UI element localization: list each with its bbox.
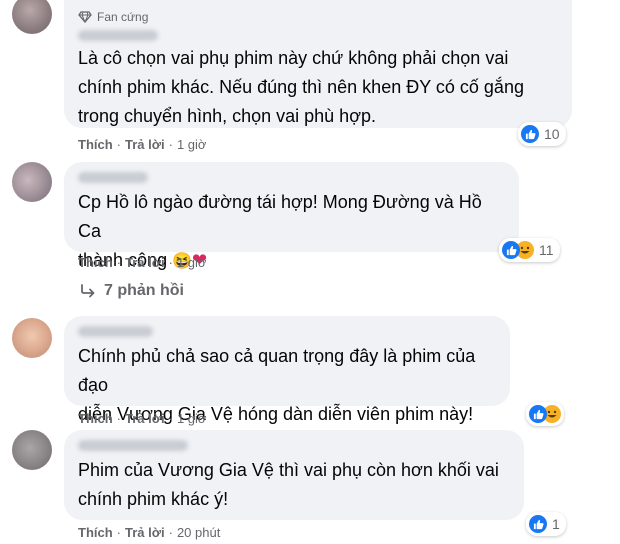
reply-arrow-icon	[81, 284, 95, 298]
commenter-name[interactable]	[78, 440, 188, 451]
reaction-count: 1	[552, 516, 560, 532]
avatar[interactable]	[12, 0, 52, 34]
like-icon	[521, 125, 539, 143]
badge-label: Fan cứng	[97, 10, 149, 24]
timestamp[interactable]: 1 giờ	[177, 411, 207, 426]
commenter-name[interactable]	[78, 172, 148, 183]
like-icon	[529, 515, 547, 533]
fan-badge: Fan cứng	[78, 10, 558, 24]
reaction-summary[interactable]: 10	[518, 122, 566, 146]
like-icon	[529, 405, 547, 423]
comment-text: Phim của Vương Gia Vệ thì vai phụ còn hơ…	[78, 460, 499, 509]
reaction-summary[interactable]: 1	[526, 512, 566, 536]
reply-button[interactable]: Trả lời	[125, 411, 165, 426]
comment-actions: Thích · Trả lời · 20 phút	[78, 525, 221, 540]
reply-button[interactable]: Trả lời	[125, 137, 165, 152]
commenter-name[interactable]	[78, 326, 153, 337]
like-button[interactable]: Thích	[78, 411, 113, 426]
avatar[interactable]	[12, 162, 52, 202]
comment-bubble: Phim của Vương Gia Vệ thì vai phụ còn hơ…	[64, 430, 524, 520]
comment-bubble: Fan cứng Là cô chọn vai phụ phim này chứ…	[64, 0, 572, 128]
diamond-icon	[78, 11, 92, 24]
comment-actions: Thích · Trả lời · 1 giờ	[78, 137, 207, 152]
like-button[interactable]: Thích	[78, 137, 113, 152]
reaction-summary[interactable]: 11	[499, 238, 560, 262]
comment-actions: Thích · Trả lời · 1 giờ	[78, 255, 207, 270]
comment-actions: Thích · Trả lời · 1 giờ	[78, 411, 207, 426]
reaction-count: 10	[544, 126, 560, 142]
reaction-count: 11	[539, 242, 554, 258]
avatar[interactable]	[12, 318, 52, 358]
comment-bubble: Chính phủ chả sao cả quan trọng đây là p…	[64, 316, 510, 424]
reply-button[interactable]: Trả lời	[125, 525, 165, 540]
like-icon	[502, 241, 520, 259]
like-button[interactable]: Thích	[78, 255, 113, 270]
like-button[interactable]: Thích	[78, 525, 113, 540]
commenter-name[interactable]	[78, 30, 158, 41]
comment-bubble: Cp Hồ lô ngào đường tái hợp! Mong Đường …	[64, 162, 519, 270]
comment-text: Là cô chọn vai phụ phim này chứ không ph…	[78, 48, 524, 126]
avatar[interactable]	[12, 430, 52, 470]
reply-button[interactable]: Trả lời	[125, 255, 165, 270]
view-replies-link[interactable]: 7 phản hồi	[80, 282, 184, 300]
replies-label: 7 phản hồi	[104, 282, 184, 299]
timestamp[interactable]: 1 giờ	[177, 137, 207, 152]
reaction-summary[interactable]	[526, 402, 564, 426]
timestamp[interactable]: 1 giờ	[177, 255, 207, 270]
timestamp[interactable]: 20 phút	[177, 525, 220, 540]
